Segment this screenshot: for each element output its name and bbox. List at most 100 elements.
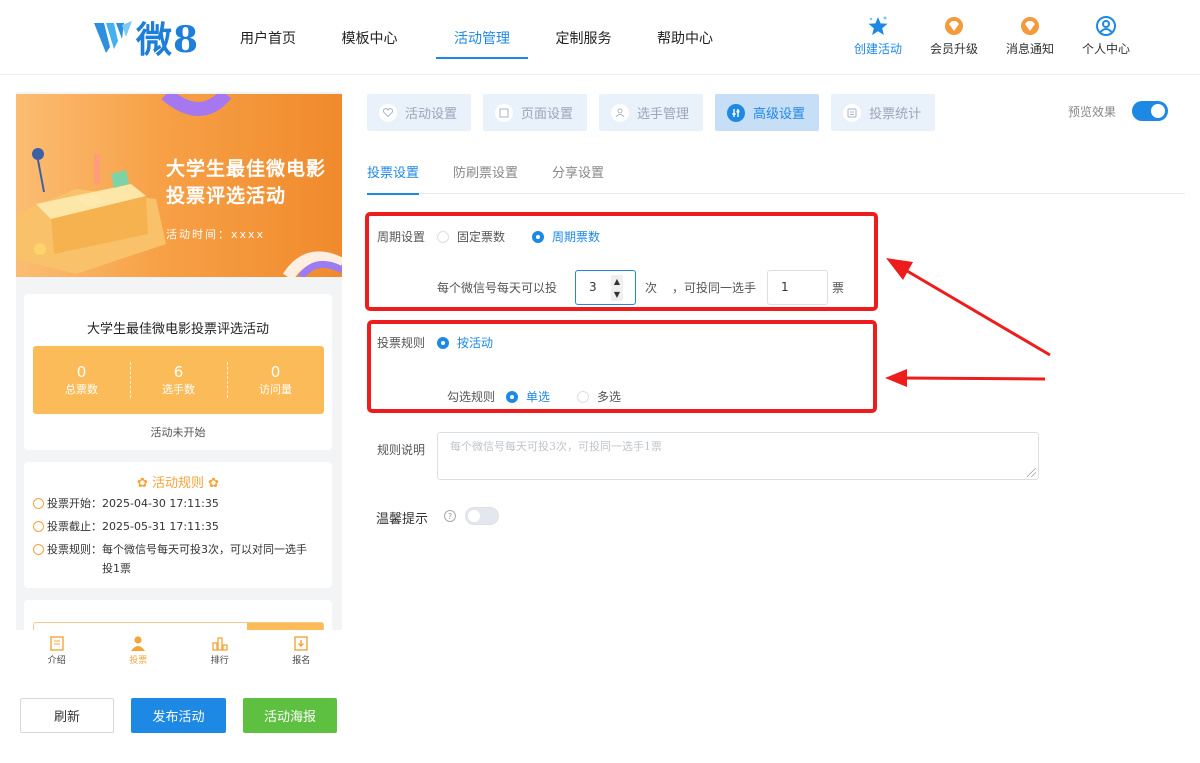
signup-icon: [294, 636, 308, 651]
activity-title: 大学生最佳微电影投票评选活动: [86, 322, 269, 337]
same-player-votes-input[interactable]: 1: [767, 270, 828, 305]
tab-share-settings[interactable]: 分享设置: [552, 148, 604, 194]
stats-panel: 0 总票数 6 选手数 0 访问量: [33, 346, 324, 414]
mobile-preview[interactable]: 大学生最佳微电影 投票评选活动 活动时间：xxxx 大学生最佳微电影投票评选活动…: [16, 92, 342, 630]
rules-title: ✿ 活动规则 ✿: [24, 472, 332, 491]
increment-icon[interactable]: ▲: [611, 275, 623, 288]
stat-visits: 0 访问量: [227, 346, 324, 414]
radio-label: 多选: [597, 390, 622, 404]
period-fixed-radio[interactable]: 固定票数: [437, 228, 505, 245]
tip-switch[interactable]: [465, 507, 499, 525]
publish-activity-button[interactable]: 发布活动: [131, 698, 226, 733]
logo-text: 微8: [136, 19, 200, 61]
rule-value: 2025-05-31 17:11:35: [102, 520, 219, 533]
activity-summary-card: 大学生最佳微电影投票评选活动 0 总票数 6 选手数 0 访问量 活动未开始: [24, 294, 332, 450]
rule-label: 投票规则：: [47, 543, 102, 556]
member-upgrade-label: 会员升级: [929, 42, 978, 56]
vote-rule-label: 投票规则: [377, 336, 426, 350]
rule-label: 投票截止：: [47, 520, 102, 533]
vote-rule-by-activity-radio[interactable]: 按活动: [437, 334, 493, 351]
same-player-unit: 票: [832, 281, 845, 295]
settings-steps: 活动设置 页面设置 选手管理 高级设置 投票统计: [367, 94, 947, 131]
vote-icon: [131, 636, 146, 651]
step-label: 选手管理: [637, 107, 690, 122]
check-multiple-radio[interactable]: 多选: [577, 388, 621, 405]
banner-title-line2: 投票评选活动: [166, 185, 287, 207]
tab-label: 报名: [292, 656, 311, 666]
step-label: 活动设置: [405, 107, 458, 122]
personal-center-label: 个人中心: [1081, 42, 1130, 56]
personal-center-button[interactable]: 个人中心: [1068, 14, 1144, 57]
nav-item-home[interactable]: 用户首页: [222, 0, 314, 75]
step-activity-settings[interactable]: 活动设置: [367, 94, 472, 131]
same-player-label: ，可投同一选手: [672, 281, 757, 295]
radio-dot: [506, 390, 518, 403]
votes-per-day-input[interactable]: 3 ▲ ▼: [575, 270, 636, 305]
period-label: 周期设置: [377, 230, 426, 244]
per-day-label: 每个微信号每天可以投: [437, 281, 558, 295]
arrow-head-lower: [885, 369, 907, 387]
stat-label: 选手数: [162, 383, 195, 396]
top-navigation: 微8 用户首页 模板中心 活动管理 定制服务 帮助中心 创建活动 会员升级 消息…: [0, 0, 1200, 75]
subtabs: 投票设置 防刷票设置 分享设置: [367, 148, 1185, 195]
rule-desc-textarea[interactable]: 每个微信号每天可投3次，可投同一选手1票: [437, 432, 1039, 480]
radio-label: 单选: [526, 390, 551, 404]
nav-item-custom[interactable]: 定制服务: [528, 0, 639, 75]
arrow-head-upper: [886, 258, 913, 280]
tab-intro[interactable]: 介绍: [16, 630, 98, 672]
votes-per-day-value: 3: [589, 280, 597, 294]
tab-label: 排行: [210, 656, 229, 666]
activity-status: 活动未开始: [150, 426, 206, 439]
tab-vote[interactable]: 投票: [98, 630, 180, 672]
activity-poster-button[interactable]: 活动海报: [243, 698, 337, 733]
player-icon: [611, 103, 630, 122]
tab-anti-fraud-settings[interactable]: 防刷票设置: [453, 148, 518, 194]
member-upgrade-button[interactable]: 会员升级: [916, 14, 992, 57]
arrow-line-lower: [901, 376, 1046, 381]
resize-grip-icon[interactable]: [1027, 468, 1036, 477]
stat-value: 0: [270, 363, 281, 381]
help-icon[interactable]: ?: [444, 510, 456, 522]
nav-item-templates[interactable]: 模板中心: [314, 0, 425, 75]
nav-item-activity[interactable]: 活动管理: [436, 0, 528, 75]
rule-label: 投票开始：: [47, 497, 102, 510]
activity-rules-card: ✿ 活动规则 ✿ 投票开始： 2025-04-30 17:11:35 投票截止：…: [24, 462, 332, 588]
intro-icon: [50, 636, 64, 651]
period-cyclic-radio[interactable]: 周期票数: [532, 228, 600, 245]
decrement-icon[interactable]: ▼: [611, 288, 623, 301]
refresh-button[interactable]: 刷新: [20, 698, 114, 733]
step-vote-statistics[interactable]: 投票统计: [831, 94, 936, 131]
create-activity-button[interactable]: 创建活动: [840, 14, 916, 57]
rule-value: 每个微信号每天可投3次，可以对同一选手投1票: [102, 543, 307, 575]
logo-w-icon: [94, 21, 132, 53]
step-label: 投票统计: [869, 107, 922, 122]
tab-rank[interactable]: 排行: [179, 630, 261, 672]
preview-effect-switch[interactable]: [1132, 101, 1168, 121]
create-activity-label: 创建活动: [853, 42, 902, 56]
radio-label: 周期票数: [552, 230, 601, 244]
check-single-radio[interactable]: 单选: [506, 388, 550, 405]
stat-players: 6 选手数: [130, 346, 227, 414]
radio-label: 按活动: [457, 336, 494, 350]
nav-item-help[interactable]: 帮助中心: [639, 0, 731, 75]
notifications-button[interactable]: 消息通知: [992, 14, 1068, 57]
preview-effect: 预览效果: [1068, 101, 1168, 121]
step-player-management[interactable]: 选手管理: [599, 94, 704, 131]
step-advanced-settings[interactable]: 高级设置: [715, 94, 820, 131]
notifications-label: 消息通知: [1005, 42, 1054, 56]
tab-signup[interactable]: 报名: [261, 630, 343, 672]
radio-label: 固定票数: [457, 230, 506, 244]
logo[interactable]: 微8: [92, 12, 199, 62]
step-label: 页面设置: [521, 107, 574, 122]
step-page-settings[interactable]: 页面设置: [483, 94, 588, 131]
search-bar[interactable]: [33, 622, 324, 630]
user-icon: [1094, 14, 1118, 38]
tab-label: 投票: [129, 656, 148, 666]
activity-banner: 大学生最佳微电影 投票评选活动 活动时间：xxxx: [16, 94, 342, 277]
stat-label: 总票数: [65, 383, 98, 396]
rules-title-left-icon: ✿: [136, 476, 152, 491]
per-day-unit: 次: [645, 281, 658, 295]
preview-effect-label: 预览效果: [1067, 104, 1116, 119]
rule-start: 投票开始： 2025-04-30 17:11:35: [33, 494, 316, 513]
tab-vote-settings[interactable]: 投票设置: [367, 148, 420, 195]
